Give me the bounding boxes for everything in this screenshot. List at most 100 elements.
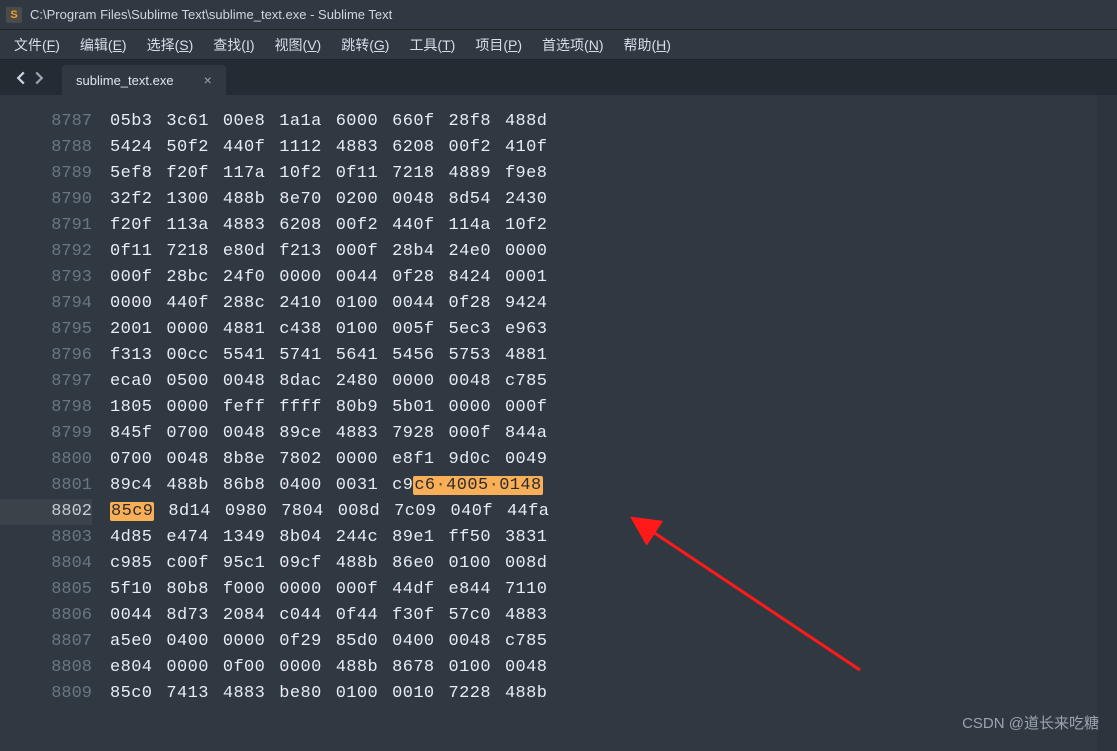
hex-group: 28bc [166,265,208,291]
hex-group: 8b04 [279,525,321,551]
hex-group: 000f [505,395,547,421]
code-line[interactable]: 89c4488b86b804000031c9c6·4005·0148 [110,473,1097,499]
hex-group: 8d73 [166,603,208,629]
nav-forward-icon[interactable] [32,71,46,85]
hex-group: 8d54 [449,187,491,213]
code-line[interactable]: 0f117218e80df213000f28b424e00000 [110,239,1097,265]
hex-group: 4881 [223,317,265,343]
hex-group: 0100 [336,317,378,343]
hex-group: 5641 [336,343,378,369]
hex-group: 6208 [279,213,321,239]
hex-group: 2084 [223,603,265,629]
hex-group: 660f [392,109,434,135]
hex-group: 488d [505,109,547,135]
code-line[interactable]: 200100004881c4380100005f5ec3e963 [110,317,1097,343]
code-line[interactable]: 00448d732084c0440f44f30f57c04883 [110,603,1097,629]
editor[interactable]: 8787878887898790879187928793879487958796… [0,95,1117,751]
menu-item-4[interactable]: 视图(V) [265,31,332,59]
hex-group: c9c6·4005·0148 [392,473,543,499]
menu-item-3[interactable]: 查找(I) [203,31,264,59]
code-line[interactable]: 05b33c6100e81a1a6000660f28f8488d [110,109,1097,135]
hex-group: f20f [110,213,152,239]
code-line[interactable]: 5f1080b8f0000000000f44dfe8447110 [110,577,1097,603]
hex-group: e963 [505,317,547,343]
code-line[interactable]: f31300cc554157415641545657534881 [110,343,1097,369]
hex-group: 008d [338,499,380,525]
close-icon[interactable]: × [204,73,212,87]
hex-group: 2001 [110,317,152,343]
line-number: 8792 [0,239,92,265]
code-line[interactable]: e80400000f000000488b867801000048 [110,655,1097,681]
line-number: 8794 [0,291,92,317]
hex-group: 0001 [505,265,547,291]
code-area[interactable]: 05b33c6100e81a1a6000660f28f8488d542450f2… [110,95,1097,707]
hex-group: f213 [279,239,321,265]
hex-group: 0400 [392,629,434,655]
tab-label: sublime_text.exe [76,73,174,88]
hex-group: 0f28 [449,291,491,317]
code-line[interactable]: 000f28bc24f0000000440f2884240001 [110,265,1097,291]
code-line[interactable]: 542450f2440f11124883620800f2410f [110,135,1097,161]
code-line[interactable]: 5ef8f20f117a10f20f1172184889f9e8 [110,161,1097,187]
code-line[interactable]: c985c00f95c109cf488b86e00100008d [110,551,1097,577]
hex-group: 3831 [505,525,547,551]
minimap[interactable] [1097,95,1117,751]
hex-group: 0048 [223,421,265,447]
hex-group: e804 [110,655,152,681]
hex-group: 7218 [166,239,208,265]
menu-item-1[interactable]: 编辑(E) [70,31,137,59]
code-line[interactable]: a5e0040000000f2985d004000048c785 [110,629,1097,655]
hex-group: 7228 [449,681,491,707]
code-line[interactable]: 845f0700004889ce48837928000f844a [110,421,1097,447]
menu-item-8[interactable]: 首选项(N) [532,31,613,59]
line-number: 8806 [0,603,92,629]
hex-group: 24e0 [449,239,491,265]
code-line[interactable]: 4d85e47413498b04244c89e1ff503831 [110,525,1097,551]
hex-group: 0048 [505,655,547,681]
hex-group: 7413 [166,681,208,707]
hex-group: e80d [223,239,265,265]
hex-group: 845f [110,421,152,447]
hex-group: 0010 [392,681,434,707]
hex-group: 7928 [392,421,434,447]
hex-group: 117a [223,161,265,187]
code-line[interactable]: eca0050000488dac248000000048c785 [110,369,1097,395]
menu-item-7[interactable]: 项目(P) [465,31,532,59]
hex-group: e8f1 [392,447,434,473]
tab-active[interactable]: sublime_text.exe × [62,65,226,95]
hex-group: 32f2 [110,187,152,213]
hex-group: 8678 [392,655,434,681]
code-line[interactable]: 18050000feffffff80b95b010000000f [110,395,1097,421]
hex-group: 0100 [449,551,491,577]
hex-group: 0000 [392,369,434,395]
hex-group: 0f11 [110,239,152,265]
hex-group: a5e0 [110,629,152,655]
menu-item-5[interactable]: 跳转(G) [331,31,399,59]
hex-group: 844a [505,421,547,447]
line-number: 8805 [0,577,92,603]
hex-group: 95c1 [223,551,265,577]
code-line[interactable]: 0000440f288c2410010000440f289424 [110,291,1097,317]
code-line[interactable]: f20f113a4883620800f2440f114a10f2 [110,213,1097,239]
hex-group: 0000 [279,265,321,291]
menu-item-2[interactable]: 选择(S) [137,31,204,59]
hex-group: be80 [279,681,321,707]
hex-group: 488b [336,655,378,681]
code-line[interactable]: 070000488b8e78020000e8f19d0c0049 [110,447,1097,473]
code-line[interactable]: 32f21300488b8e70020000488d542430 [110,187,1097,213]
code-line[interactable]: 85c98d1409807804008d7c09040f44fa [110,499,1097,525]
hex-group: 0048 [223,369,265,395]
menu-item-9[interactable]: 帮助(H) [614,31,681,59]
code-line[interactable]: 85c074134883be80010000107228488b [110,681,1097,707]
hex-group: 0000 [505,239,547,265]
menu-item-6[interactable]: 工具(T) [399,31,465,59]
hex-group: 0100 [336,681,378,707]
line-number: 8801 [0,473,92,499]
menu-bar: 文件(F)编辑(E)选择(S)查找(I)视图(V)跳转(G)工具(T)项目(P)… [0,30,1117,60]
hex-group: 4881 [505,343,547,369]
menu-item-0[interactable]: 文件(F) [4,31,70,59]
hex-group: 0000 [279,655,321,681]
hex-group: 7802 [279,447,321,473]
hex-group: 5456 [392,343,434,369]
nav-back-icon[interactable] [14,71,28,85]
